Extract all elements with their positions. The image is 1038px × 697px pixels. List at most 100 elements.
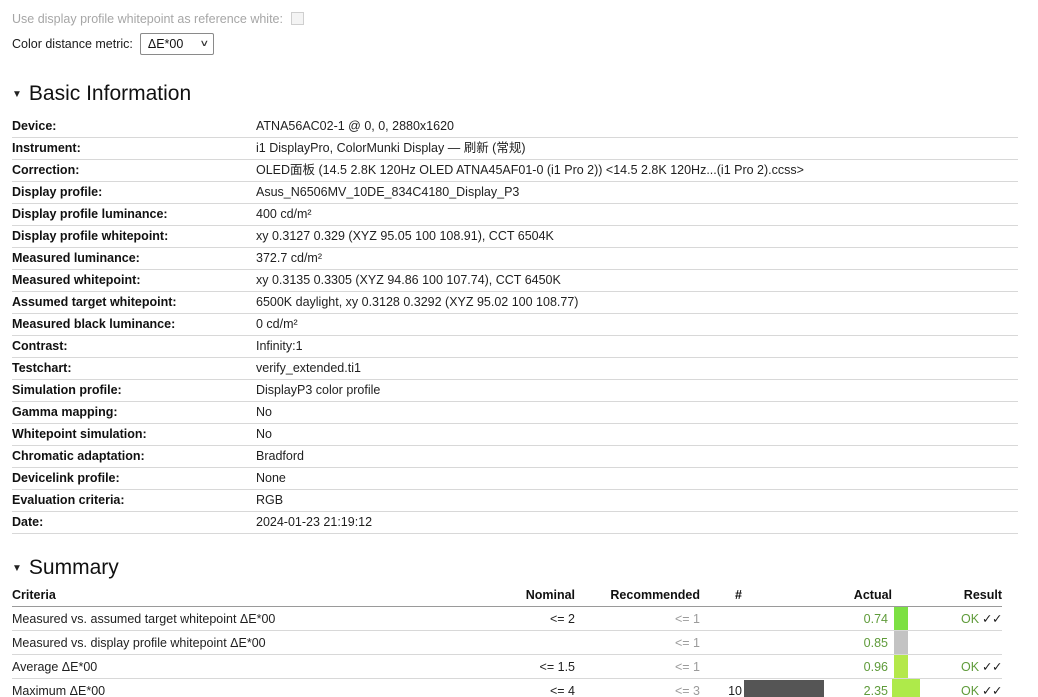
summary-recommended: <= 3: [575, 678, 700, 697]
summary-result: OK ✓✓: [920, 678, 1002, 697]
summary-row: Average ΔE*00 <= 1.5 <= 1 0.96 OK ✓✓: [12, 654, 1002, 680]
whitepoint-reference-checkbox[interactable]: [290, 12, 304, 25]
basic-info-key: Simulation profile:: [12, 379, 256, 403]
basic-info-row: Gamma mapping: No: [12, 401, 1018, 425]
summary-nominal: <= 4: [467, 678, 575, 697]
basic-info-row: Evaluation criteria: RGB: [12, 489, 1018, 513]
indicator-bar: [892, 679, 920, 697]
basic-information-title: Basic Information: [28, 82, 192, 105]
basic-info-row: Display profile luminance: 400 cd/m²: [12, 203, 1018, 227]
summary-count: [700, 654, 742, 680]
basic-info-value: xy 0.3127 0.329 (XYZ 95.05 100 108.91), …: [256, 225, 1018, 249]
basic-information-table: Device: ATNA56AC02-1 @ 0, 0, 2880x1620 Ins…: [12, 116, 1018, 535]
basic-information-body: Device: ATNA56AC02-1 @ 0, 0, 2880x1620 Ins…: [12, 116, 1018, 535]
basic-info-key: Devicelink profile:: [12, 467, 256, 491]
indicator-bar: [894, 655, 908, 679]
summary-row: Measured vs. assumed target whitepoint Δ…: [12, 606, 1002, 632]
basic-info-row: Chromatic adaptation: Bradford: [12, 445, 1018, 469]
summary-actual: 0.96: [824, 654, 892, 680]
basic-info-key: Whitepoint simulation:: [12, 423, 256, 447]
basic-info-row: Simulation profile: DisplayP3 color profi…: [12, 379, 1018, 403]
summary-nominal: <= 2: [467, 606, 575, 632]
result-label: OK: [960, 684, 980, 697]
column-header-count: #: [700, 588, 742, 608]
summary-criteria: Maximum ΔE*00: [12, 678, 467, 697]
summary-indicator-bar-cell: [892, 630, 920, 656]
basic-info-key: Device:: [12, 116, 256, 139]
triangle-down-icon: ▼: [12, 563, 22, 575]
summary-actual: 0.85: [824, 630, 892, 656]
summary-header[interactable]: ▼ Summary: [0, 551, 1038, 585]
basic-info-row: Testchart: verify_extended.ti1: [12, 357, 1018, 381]
summary-recommended: <= 1: [575, 654, 700, 680]
summary-nominal: [467, 630, 575, 656]
summary-head: Criteria Nominal Recommended # Actual Re…: [12, 588, 1002, 608]
summary-title: Summary: [28, 556, 119, 580]
basic-info-row: Display profile whitepoint: xy 0.3127 0.3…: [12, 225, 1018, 249]
basic-info-value: RGB: [256, 489, 1018, 513]
basic-info-key: Display profile luminance:: [12, 203, 256, 227]
basic-info-key: Evaluation criteria:: [12, 489, 256, 513]
color-distance-metric-label: Color distance metric:: [12, 36, 133, 51]
summary-color-swatch-cell: [742, 630, 824, 656]
basic-info-row: Instrument: i1 DisplayPro, ColorMunki Dis…: [12, 137, 1018, 161]
column-header-result: Result: [920, 588, 1002, 608]
summary-criteria: Average ΔE*00: [12, 654, 467, 680]
basic-info-value: 2024-01-23 21:19:12: [256, 511, 1018, 535]
basic-info-value: OLED面板 (14.5 2.8K 120Hz OLED ATNA45AF01-…: [256, 159, 1018, 183]
summary-indicator-bar-cell: [892, 654, 920, 680]
basic-info-value: DisplayP3 color profile: [256, 379, 1018, 403]
basic-info-key: Measured luminance:: [12, 247, 256, 271]
basic-info-value: No: [256, 423, 1018, 447]
basic-info-key: Display profile:: [12, 181, 256, 205]
summary-count: 10: [700, 678, 742, 697]
basic-info-value: verify_extended.ti1: [256, 357, 1018, 381]
summary-count: [700, 606, 742, 632]
column-header-criteria: Criteria: [12, 588, 467, 608]
summary-result: [920, 630, 1002, 656]
basic-info-row: Display profile: Asus_N6506MV_10DE_834C41…: [12, 181, 1018, 205]
check-marks-icon: ✓✓: [982, 660, 1002, 675]
indicator-bar: [894, 607, 908, 631]
summary-row: Measured vs. display profile whitepoint …: [12, 630, 1002, 656]
summary-row: Maximum ΔE*00 <= 4 <= 3 10 2.35 OK ✓✓: [12, 678, 1002, 697]
summary-actual: 0.74: [824, 606, 892, 632]
summary-recommended: <= 1: [575, 606, 700, 632]
basic-info-key: Measured black luminance:: [12, 313, 256, 337]
basic-information-header[interactable]: ▼ Basic Information: [0, 77, 1038, 111]
basic-info-value: 372.7 cd/m²: [256, 247, 1018, 271]
summary-result: OK ✓✓: [920, 606, 1002, 632]
check-marks-icon: ✓✓: [982, 684, 1002, 697]
basic-info-row: Measured luminance: 372.7 cd/m²: [12, 247, 1018, 271]
basic-info-row: Correction: OLED面板 (14.5 2.8K 120Hz OLED …: [12, 159, 1018, 183]
basic-info-key: Correction:: [12, 159, 256, 183]
basic-info-value: No: [256, 401, 1018, 425]
basic-info-key: Assumed target whitepoint:: [12, 291, 256, 315]
column-header-actual: Actual: [824, 588, 892, 608]
basic-info-value: None: [256, 467, 1018, 491]
basic-info-value: 0 cd/m²: [256, 313, 1018, 337]
basic-info-row: Devicelink profile: None: [12, 467, 1018, 491]
check-marks-icon: ✓✓: [982, 612, 1002, 627]
basic-info-value: i1 DisplayPro, ColorMunki Display — 刷新 (…: [256, 137, 1018, 161]
column-header-nominal: Nominal: [467, 588, 575, 608]
color-distance-metric-row: Color distance metric: ΔE*00 ∨: [0, 31, 1038, 56]
basic-info-value: 6500K daylight, xy 0.3128 0.3292 (XYZ 95…: [256, 291, 1018, 315]
basic-info-key: Gamma mapping:: [12, 401, 256, 425]
basic-info-value: xy 0.3135 0.3305 (XYZ 94.86 100 107.74),…: [256, 269, 1018, 293]
color-swatch: [744, 680, 824, 697]
basic-info-key: Measured whitepoint:: [12, 269, 256, 293]
result-label: OK: [960, 612, 980, 627]
basic-info-row: Measured whitepoint: xy 0.3135 0.3305 (XY…: [12, 269, 1018, 293]
summary-color-swatch-cell: [742, 606, 824, 632]
summary-nominal: <= 1.5: [467, 654, 575, 680]
whitepoint-reference-row: Use display profile whitepoint as refere…: [0, 6, 1038, 31]
triangle-down-icon: ▼: [12, 89, 22, 100]
column-header-bar: [892, 588, 920, 608]
color-distance-metric-value: ΔE*00: [147, 36, 184, 51]
column-header-recommended: Recommended: [575, 588, 700, 608]
basic-info-key: Date:: [12, 511, 256, 535]
summary-color-swatch-cell: [742, 678, 824, 697]
color-distance-metric-select[interactable]: ΔE*00 ∨: [139, 32, 214, 55]
options-panel: Use display profile whitepoint as refere…: [0, 0, 1038, 56]
